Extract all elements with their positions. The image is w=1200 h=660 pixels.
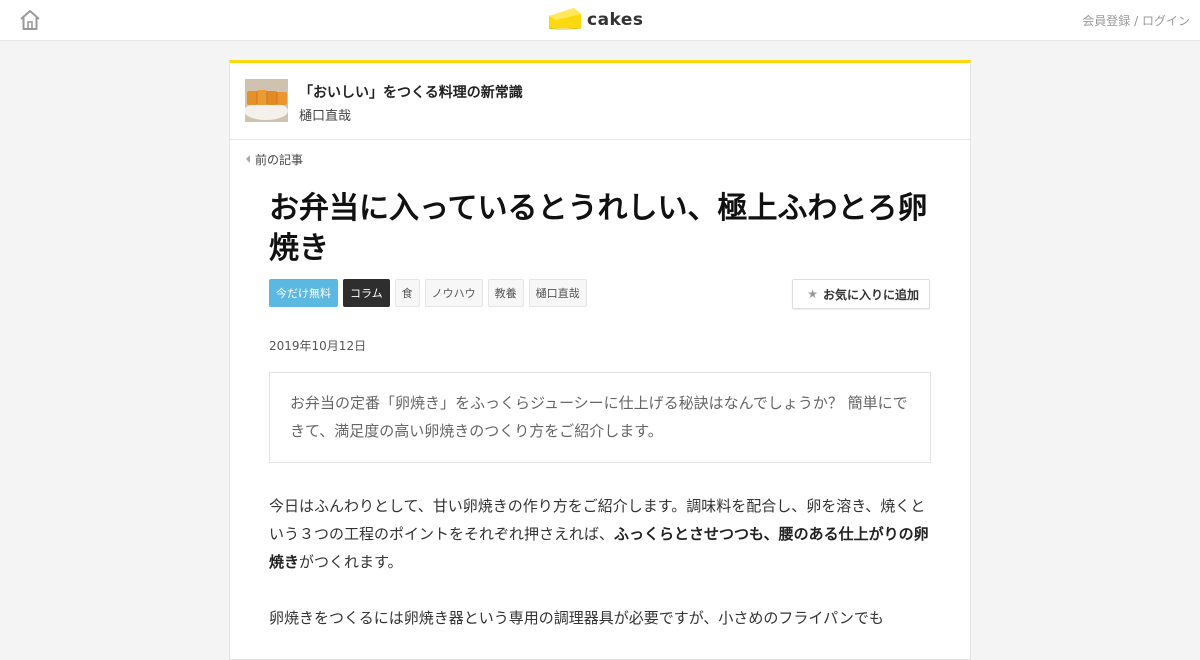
body-paragraph-2: 卵焼きをつくるには卵焼き器という専用の調理器具が必要ですが、小さめのフライパンで…: [269, 609, 884, 627]
register-link[interactable]: 会員登録: [1082, 14, 1130, 28]
tag-food[interactable]: 食: [394, 279, 420, 307]
login-link[interactable]: ログイン: [1142, 14, 1190, 28]
tag-culture[interactable]: 教養: [487, 279, 524, 307]
tag-list: 今だけ無料 コラム 食 ノウハウ 教養 樋口直哉: [269, 279, 587, 307]
p1-text-end: がつくれます。: [299, 553, 403, 571]
tag-knowhow[interactable]: ノウハウ: [424, 279, 483, 307]
series-thumbnail[interactable]: [245, 79, 288, 122]
logo-text: cakes: [587, 10, 644, 30]
prev-article-label: 前の記事: [255, 153, 304, 167]
home-icon[interactable]: [18, 8, 42, 32]
auth-links: 会員登録 / ログイン: [1082, 12, 1190, 29]
chevron-left-icon: [246, 155, 250, 163]
tag-author[interactable]: 樋口直哉: [528, 279, 587, 307]
article-card: 「おいしい」をつくる料理の新常識 樋口直哉 前の記事 お弁当に入っているとうれし…: [229, 60, 971, 660]
article-lead: お弁当の定番「卵焼き」をふっくらジューシーに仕上げる秘訣はなんでしょうか？ 簡単…: [269, 372, 931, 463]
add-favorite-label: お気に入りに追加: [822, 287, 919, 302]
auth-separator: /: [1130, 14, 1142, 28]
site-logo[interactable]: cakes: [548, 6, 644, 34]
publish-date: 2019年10月12日: [269, 339, 367, 353]
series-title[interactable]: 「おいしい」をつくる料理の新常識: [299, 82, 523, 102]
article-title: お弁当に入っているとうれしい、極上ふわとろ卵焼き: [269, 191, 928, 266]
body-paragraph-1: 今日はふんわりとして、甘い卵焼きの作り方をご紹介します。調味料を配合し、卵を溶き…: [269, 492, 931, 576]
series-header[interactable]: 「おいしい」をつくる料理の新常識 樋口直哉: [230, 63, 970, 140]
star-icon: ★: [807, 287, 818, 301]
tag-free[interactable]: 今だけ無料: [269, 279, 338, 307]
prev-article-link[interactable]: 前の記事: [246, 151, 303, 168]
top-bar: cakes 会員登録 / ログイン: [0, 0, 1200, 41]
tag-column[interactable]: コラム: [343, 279, 390, 307]
series-author[interactable]: 樋口直哉: [299, 105, 351, 124]
cake-logo-icon: [548, 5, 582, 35]
add-favorite-button[interactable]: ★ お気に入りに追加: [792, 279, 930, 309]
